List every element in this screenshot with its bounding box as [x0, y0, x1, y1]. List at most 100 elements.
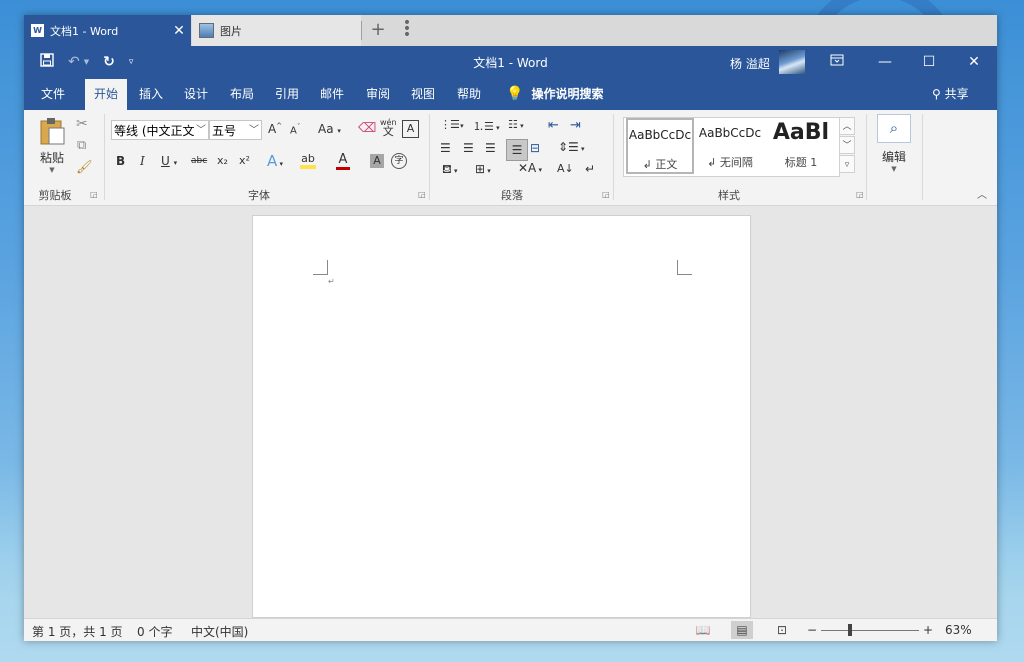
share-button[interactable]: ⚲ 共享: [932, 79, 969, 110]
highlight-icon[interactable]: ab: [300, 152, 316, 169]
tab-file[interactable]: 文件: [29, 79, 77, 110]
font-size-select[interactable]: 五号 ﹀: [209, 120, 262, 140]
strikethrough-button[interactable]: abc: [191, 156, 207, 166]
styles-gallery: AaBbCcDc ↲ 正文 AaBbCcDc ↲ 无间隔 AaBl 标题 1: [623, 117, 840, 177]
new-tab-button[interactable]: +: [368, 19, 388, 41]
tab-help[interactable]: 帮助: [450, 79, 488, 110]
chinese-layout-icon[interactable]: ✕A ▾: [518, 161, 542, 175]
subscript-button[interactable]: x₂: [217, 154, 228, 167]
align-center-icon[interactable]: ☰: [463, 141, 474, 155]
multilevel-list-icon[interactable]: ☷ ▾: [508, 118, 524, 131]
sort-icon[interactable]: A↓: [557, 162, 574, 175]
paste-button[interactable]: 粘贴 ▼: [34, 116, 70, 178]
print-layout-icon[interactable]: ▤: [731, 621, 753, 639]
tab-document[interactable]: W 文档1 - Word ✕: [24, 15, 191, 46]
tab-view[interactable]: 视图: [404, 79, 442, 110]
style-heading-1[interactable]: AaBl 标题 1: [766, 118, 836, 174]
justify-icon[interactable]: ☰: [506, 139, 528, 161]
tab-references[interactable]: 引用: [268, 79, 306, 110]
format-painter-icon[interactable]: 🖌: [76, 160, 93, 175]
editing-button[interactable]: 编辑 ▼: [876, 148, 912, 173]
styles-launcher-icon[interactable]: ◲: [856, 190, 864, 199]
italic-button[interactable]: I: [140, 154, 145, 168]
ribbon-tabs: 文件 开始 插入 设计 布局 引用 邮件 审阅 视图 帮助 💡 操作说明搜索 ⚲…: [24, 79, 997, 110]
group-divider: [429, 114, 430, 200]
numbering-icon[interactable]: ⒈☰ ▾: [473, 118, 500, 134]
web-layout-icon[interactable]: ⊡: [771, 621, 793, 639]
chevron-up-icon[interactable]: ︿: [839, 117, 855, 135]
font-launcher-icon[interactable]: ◲: [418, 190, 426, 199]
page-count[interactable]: 第 1 页，共 1 页: [32, 623, 123, 640]
copy-icon[interactable]: ⧉: [77, 138, 86, 153]
character-shading-icon[interactable]: A: [370, 154, 384, 168]
tab-layout[interactable]: 布局: [223, 79, 261, 110]
phonetic-guide-icon[interactable]: wén 文: [380, 118, 397, 137]
zoom-out-button[interactable]: −: [807, 623, 817, 637]
avatar[interactable]: [779, 50, 805, 74]
zoom-slider[interactable]: [821, 630, 919, 631]
lightbulb-icon: 💡: [506, 86, 524, 102]
character-border-icon[interactable]: A: [402, 120, 419, 138]
font-name-select[interactable]: 等线 (中文正文) ﹀: [111, 120, 209, 140]
tell-me-search[interactable]: 💡 操作说明搜索: [506, 79, 603, 110]
zoom-slider-thumb[interactable]: [848, 624, 852, 636]
document-page[interactable]: ↵: [252, 215, 751, 618]
tab-more-icon[interactable]: • • •: [402, 16, 412, 42]
document-area: ↵: [24, 206, 997, 618]
superscript-button[interactable]: x²: [239, 154, 250, 167]
close-window-button[interactable]: ✕: [951, 46, 997, 79]
bullets-icon[interactable]: ⋮☰ ▾: [440, 118, 464, 131]
word-window: W 文档1 - Word ✕ 图片 + • • • ↶ ▼ ↻ ▿ 文档1 - Wo…: [24, 15, 997, 641]
text-effects-icon[interactable]: A ▾: [267, 152, 283, 170]
tab-document-label: 文档1 - Word: [50, 24, 119, 38]
style-sample: AaBbCcDc: [698, 126, 762, 140]
shading-icon[interactable]: ⛾ ▾: [442, 162, 458, 178]
borders-icon[interactable]: ⊞ ▾: [475, 162, 491, 176]
tab-home[interactable]: 开始: [85, 79, 127, 110]
grow-font-icon[interactable]: A^: [268, 122, 282, 136]
decrease-indent-icon[interactable]: ⇤: [548, 118, 559, 133]
user-name[interactable]: 杨 溢超: [730, 55, 770, 72]
paragraph-launcher-icon[interactable]: ◲: [602, 190, 610, 199]
tab-design[interactable]: 设计: [177, 79, 215, 110]
language-indicator[interactable]: 中文(中国): [191, 623, 248, 640]
editing-label: 编辑: [881, 150, 906, 164]
increase-indent-icon[interactable]: ⇥: [570, 118, 581, 133]
clear-formatting-icon[interactable]: ⌫: [358, 121, 376, 136]
more-styles-icon[interactable]: ▿: [839, 155, 855, 173]
clipboard-launcher-icon[interactable]: ◲: [90, 190, 98, 199]
status-bar: 第 1 页，共 1 页 0 个字 中文(中国) 📖 ▤ ⊡ − + 63%: [24, 618, 997, 641]
close-tab-icon[interactable]: ✕: [171, 23, 187, 39]
tab-mailings[interactable]: 邮件: [313, 79, 351, 110]
maximize-button[interactable]: ☐: [906, 46, 952, 79]
line-spacing-icon[interactable]: ⇕☰ ▾: [558, 140, 585, 154]
minimize-button[interactable]: —: [862, 46, 908, 79]
person-icon: ⚲: [932, 87, 945, 101]
tab-pictures[interactable]: 图片: [192, 15, 361, 46]
zoom-in-button[interactable]: +: [923, 623, 933, 637]
read-mode-icon[interactable]: 📖: [692, 621, 714, 639]
ribbon-display-options-icon[interactable]: [814, 46, 860, 79]
tab-review[interactable]: 审阅: [359, 79, 397, 110]
collapse-ribbon-icon[interactable]: ︿: [977, 186, 987, 201]
word-count[interactable]: 0 个字: [137, 623, 172, 640]
style-no-spacing[interactable]: AaBbCcDc ↲ 无间隔: [696, 118, 764, 174]
shrink-font-icon[interactable]: Aˇ: [290, 123, 300, 136]
distributed-icon[interactable]: ⊟: [530, 141, 540, 155]
tab-insert[interactable]: 插入: [132, 79, 170, 110]
clipboard-icon: [40, 118, 65, 145]
clipboard-group-label: 剪贴板: [38, 189, 72, 202]
bold-button[interactable]: B: [116, 154, 125, 168]
align-left-icon[interactable]: ☰: [440, 141, 451, 155]
font-color-icon[interactable]: A: [336, 152, 350, 170]
align-right-icon[interactable]: ☰: [485, 141, 496, 155]
show-formatting-icon[interactable]: ↵: [585, 162, 595, 176]
chevron-down-icon[interactable]: ﹀: [839, 136, 855, 154]
search-icon[interactable]: ⌕: [877, 114, 911, 143]
enclose-characters-icon[interactable]: 字: [391, 153, 407, 169]
zoom-level[interactable]: 63%: [945, 623, 972, 637]
style-normal[interactable]: AaBbCcDc ↲ 正文: [626, 118, 694, 174]
underline-button[interactable]: U ▾: [161, 154, 177, 168]
cut-icon[interactable]: ✂: [76, 116, 88, 132]
change-case-button[interactable]: Aa ▾: [318, 122, 341, 136]
